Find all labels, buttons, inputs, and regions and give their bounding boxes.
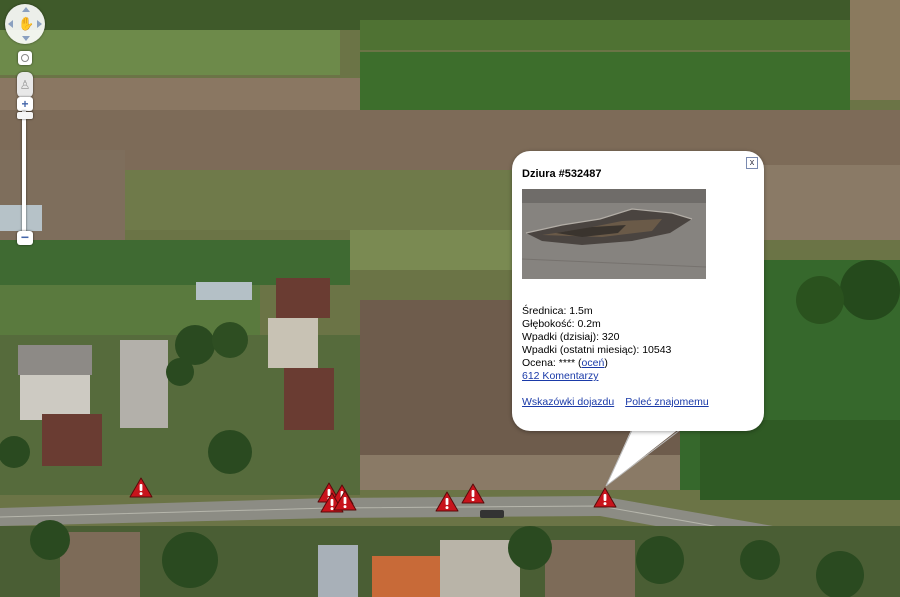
- warning-marker-icon[interactable]: [593, 487, 617, 509]
- reset-view-button[interactable]: [18, 51, 32, 65]
- warning-marker-icon[interactable]: [435, 491, 459, 513]
- satellite-map[interactable]: ✋ ♙ + − x Dziura #532487 Średnica: 1.5m …: [0, 0, 900, 597]
- incidents-today-text: Wpadki (dzisiaj): 320: [522, 331, 620, 343]
- infowindow-actions: Wskazówki dojazdu Poleć znajomemu: [522, 396, 709, 408]
- infowindow-title: Dziura #532487: [522, 168, 602, 180]
- pothole-photo: [522, 189, 706, 279]
- depth-text: Głębokość: 0.2m: [522, 318, 601, 330]
- comments-link[interactable]: 612 Komentarzy: [522, 370, 598, 382]
- rate-link[interactable]: oceń: [582, 357, 605, 369]
- zoom-slider-track[interactable]: [22, 111, 26, 238]
- zoom-in-button[interactable]: +: [17, 97, 33, 111]
- zoom-slider-handle[interactable]: [17, 112, 33, 119]
- pan-right-icon[interactable]: [37, 20, 42, 28]
- diameter-text: Średnica: 1.5m: [522, 305, 593, 317]
- incidents-month-text: Wpadki (ostatni miesiąc): 10543: [522, 344, 672, 356]
- pan-down-icon[interactable]: [22, 36, 30, 41]
- directions-link[interactable]: Wskazówki dojazdu: [522, 396, 614, 408]
- recommend-link[interactable]: Poleć znajomemu: [625, 396, 708, 408]
- rating-suffix: ): [604, 357, 608, 369]
- pan-control[interactable]: ✋: [5, 4, 45, 44]
- rating-row: Ocena: **** (oceń): [522, 357, 671, 370]
- zoom-out-button[interactable]: −: [17, 230, 33, 245]
- pegman-icon[interactable]: ♙: [17, 72, 33, 98]
- hand-pan-icon: ✋: [18, 16, 35, 31]
- warning-marker-icon[interactable]: [129, 477, 153, 499]
- warning-marker-icon[interactable]: [461, 483, 485, 505]
- pan-up-icon[interactable]: [22, 7, 30, 12]
- pan-left-icon[interactable]: [8, 20, 13, 28]
- close-icon[interactable]: x: [746, 157, 758, 169]
- rating-text: Ocena: **** (: [522, 357, 582, 369]
- pothole-details: Średnica: 1.5m Głębokość: 0.2m Wpadki (d…: [522, 305, 671, 383]
- warning-marker-icon[interactable]: [333, 490, 357, 512]
